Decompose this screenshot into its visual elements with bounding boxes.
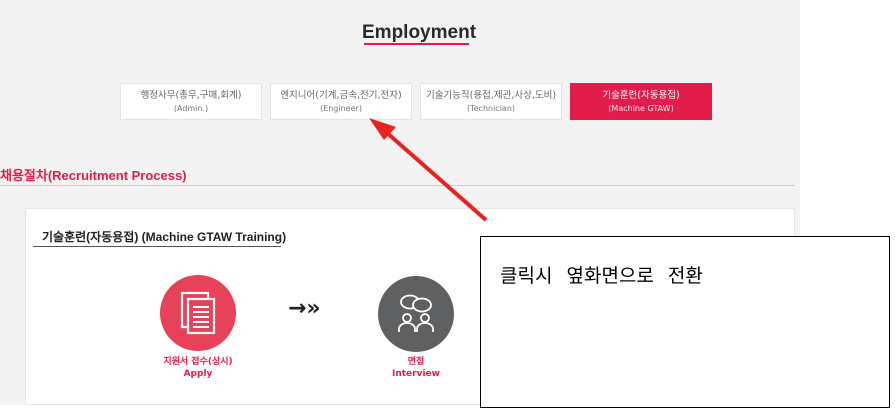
annotation-arrow-icon — [369, 118, 488, 222]
